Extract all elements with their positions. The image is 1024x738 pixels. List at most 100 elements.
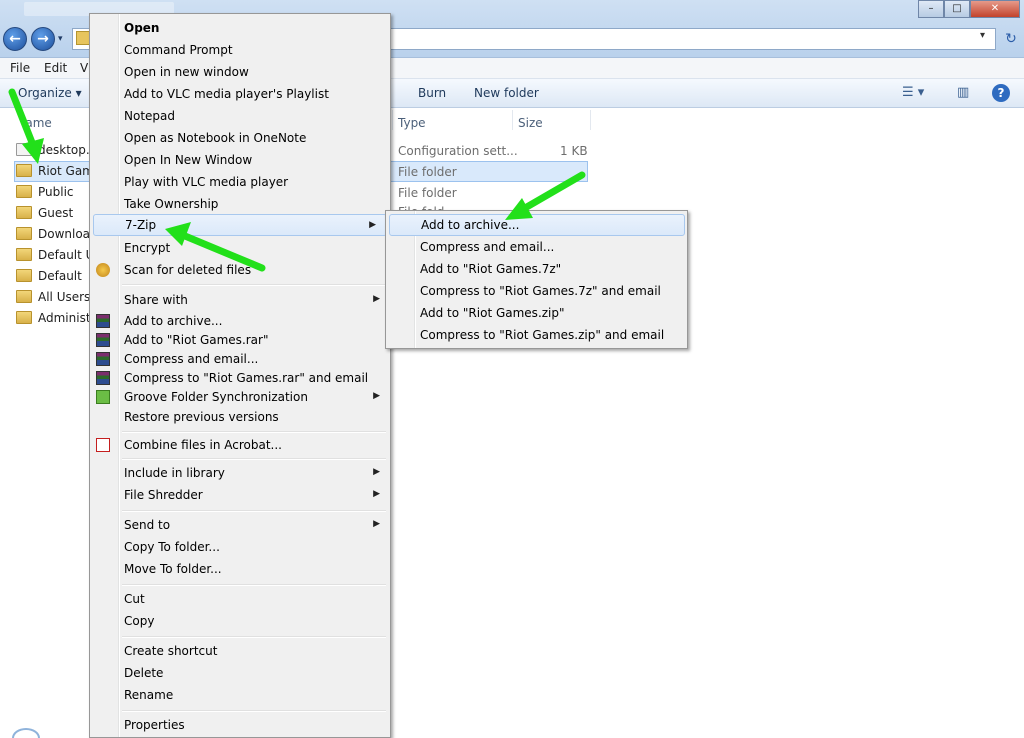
close-button[interactable]: ✕ xyxy=(970,0,1020,18)
menu-label: Compress and email... xyxy=(420,240,555,254)
new-folder-button[interactable]: New folder xyxy=(474,86,539,100)
refresh-icon[interactable]: ↻ xyxy=(1000,28,1022,50)
file-name: Downloac xyxy=(38,227,97,241)
winrar-icon xyxy=(96,314,110,328)
file-type: Configuration sett... xyxy=(398,144,518,158)
recent-pages-dropdown[interactable]: ▾ xyxy=(58,30,70,48)
menu-item-command-prompt[interactable]: Command Prompt xyxy=(90,39,390,61)
menu-item-properties[interactable]: Properties xyxy=(90,714,390,736)
file-name: Guest xyxy=(38,206,74,220)
column-type[interactable]: Type xyxy=(398,116,426,130)
submenu-item-add-7z[interactable]: Add to "Riot Games.7z" xyxy=(386,258,686,280)
menu-label: Open as Notebook in OneNote xyxy=(124,131,307,145)
menu-item-cut[interactable]: Cut xyxy=(90,588,390,610)
menu-item-file-shredder[interactable]: File Shredder ▶ xyxy=(90,484,390,506)
submenu-item-add-zip[interactable]: Add to "Riot Games.zip" xyxy=(386,302,686,324)
menu-item-7zip[interactable]: 7-Zip ▶ xyxy=(93,214,387,236)
menu-separator xyxy=(122,284,386,286)
menu-label: 7-Zip xyxy=(125,218,157,232)
menu-item-open[interactable]: Open xyxy=(90,17,390,39)
menu-label: Add to archive... xyxy=(421,218,520,232)
menu-label: Take Ownership xyxy=(124,197,219,211)
minimize-button[interactable]: – xyxy=(918,0,944,18)
organize-button[interactable]: Organize ▾ xyxy=(18,86,82,100)
menu-item-send-to[interactable]: Send to ▶ xyxy=(90,514,390,536)
menu-item-move-to-folder[interactable]: Move To folder... xyxy=(90,558,390,580)
menu-file[interactable]: File xyxy=(10,61,30,75)
list-item[interactable]: Default Us xyxy=(14,245,101,266)
winrar-icon xyxy=(96,333,110,347)
menu-label: Play with VLC media player xyxy=(124,175,289,189)
help-icon[interactable]: ? xyxy=(992,84,1010,102)
scan-icon xyxy=(96,263,110,277)
menu-item-include-library[interactable]: Include in library ▶ xyxy=(90,462,390,484)
menu-item-vlc-playlist[interactable]: Add to VLC media player's Playlist xyxy=(90,83,390,105)
submenu-item-compress-email[interactable]: Compress and email... xyxy=(386,236,686,258)
file-name: Administ xyxy=(38,311,91,325)
back-button[interactable]: ← xyxy=(3,27,27,51)
menu-item-onenote[interactable]: Open as Notebook in OneNote xyxy=(90,127,390,149)
menu-item-notepad[interactable]: Notepad xyxy=(90,105,390,127)
list-item[interactable]: All Users xyxy=(14,287,94,308)
menu-item-rename[interactable]: Rename xyxy=(90,684,390,706)
7zip-submenu: Add to archive... Compress and email... … xyxy=(385,210,688,349)
menu-label: Add to "Riot Games.7z" xyxy=(420,262,562,276)
preview-pane-icon[interactable]: ▥ xyxy=(957,85,969,100)
column-divider[interactable] xyxy=(512,110,513,130)
forward-button[interactable]: → xyxy=(31,27,55,51)
column-divider[interactable] xyxy=(392,110,393,130)
list-item[interactable]: Administ xyxy=(14,308,94,329)
view-options-icon[interactable]: ☰ ▾ xyxy=(902,85,924,100)
submenu-item-compress-zip-email[interactable]: Compress to "Riot Games.zip" and email xyxy=(386,324,686,346)
menu-item-restore-versions[interactable]: Restore previous versions xyxy=(90,406,390,428)
list-item[interactable]: Downloac xyxy=(14,224,97,245)
menu-label: Properties xyxy=(124,718,185,732)
menu-item-groove-sync[interactable]: Groove Folder Synchronization ▶ xyxy=(90,386,390,408)
address-dropdown-icon[interactable]: ▾ xyxy=(980,30,985,41)
menu-label: Delete xyxy=(124,666,164,680)
menu-item-copy[interactable]: Copy xyxy=(90,610,390,632)
folder-icon xyxy=(16,206,32,219)
submenu-arrow-icon: ▶ xyxy=(373,467,380,477)
menu-item-share-with[interactable]: Share with ▶ xyxy=(90,289,390,311)
menu-item-encrypt[interactable]: Encrypt xyxy=(90,237,390,259)
folder-icon xyxy=(16,290,32,303)
menu-label: Groove Folder Synchronization xyxy=(124,390,308,404)
menu-item-open-new-window[interactable]: Open in new window xyxy=(90,61,390,83)
column-name[interactable]: lame xyxy=(22,116,52,130)
menu-item-acrobat-combine[interactable]: Combine files in Acrobat... xyxy=(90,434,390,456)
context-menu: Open Command Prompt Open in new window A… xyxy=(89,13,391,738)
doc-icon xyxy=(16,143,32,156)
groove-icon xyxy=(96,390,110,404)
menu-label: Compress and email... xyxy=(124,352,259,366)
burn-button[interactable]: Burn xyxy=(418,86,446,100)
column-size[interactable]: Size xyxy=(518,116,543,130)
folder-icon xyxy=(16,185,32,198)
acrobat-icon xyxy=(96,438,110,452)
menu-item-create-shortcut[interactable]: Create shortcut xyxy=(90,640,390,662)
list-item[interactable]: Guest xyxy=(14,203,94,224)
menu-label: Send to xyxy=(124,518,171,532)
menu-label: Combine files in Acrobat... xyxy=(124,438,282,452)
menu-edit[interactable]: Edit xyxy=(44,61,67,75)
column-divider[interactable] xyxy=(590,110,591,130)
list-item[interactable]: Default xyxy=(14,266,94,287)
menu-item-play-vlc[interactable]: Play with VLC media player xyxy=(90,171,390,193)
submenu-item-compress-7z-email[interactable]: Compress to "Riot Games.7z" and email xyxy=(386,280,686,302)
menu-item-scan-deleted[interactable]: Scan for deleted files xyxy=(90,259,390,281)
start-orb-edge xyxy=(12,728,40,738)
menu-separator xyxy=(122,636,386,638)
menu-item-copy-to-folder[interactable]: Copy To folder... xyxy=(90,536,390,558)
submenu-arrow-icon: ▶ xyxy=(373,294,380,304)
menu-item-open-in-new-window[interactable]: Open In New Window xyxy=(90,149,390,171)
menu-item-take-ownership[interactable]: Take Ownership xyxy=(90,193,390,215)
submenu-item-add-archive[interactable]: Add to archive... xyxy=(389,214,685,236)
menu-item-delete[interactable]: Delete xyxy=(90,662,390,684)
list-item[interactable]: Public xyxy=(14,182,94,203)
list-item[interactable]: Riot Game xyxy=(14,161,101,182)
menu-label: Add to VLC media player's Playlist xyxy=(124,87,329,101)
list-item[interactable]: desktop.in xyxy=(14,140,101,161)
submenu-arrow-icon: ▶ xyxy=(369,220,376,230)
maximize-button[interactable]: □ xyxy=(944,0,970,18)
menu-label: File Shredder xyxy=(124,488,203,502)
